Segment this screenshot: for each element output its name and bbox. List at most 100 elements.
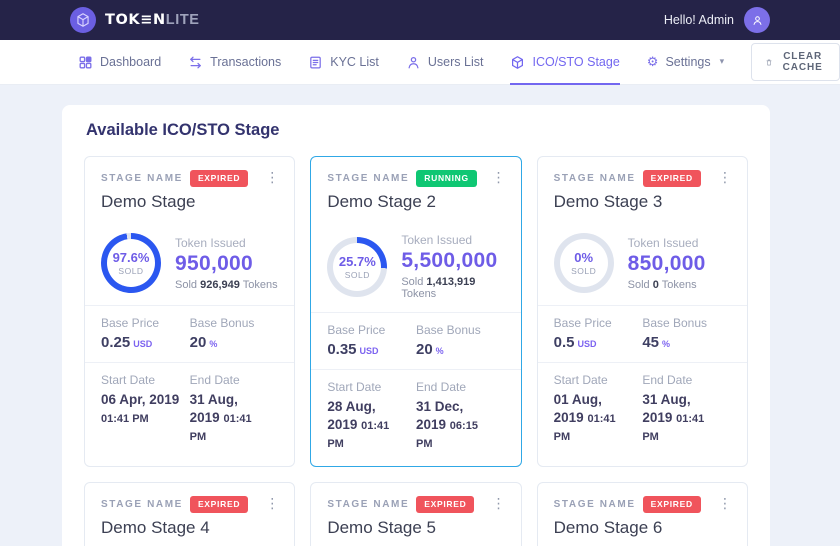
start-date-col: Start Date 28 Aug, 2019 01:41 PM (327, 380, 416, 453)
kebab-menu-icon[interactable]: ⋮ (488, 495, 510, 514)
dates-section: Start Date 28 Aug, 2019 01:41 PM End Dat… (311, 369, 520, 466)
base-price-number: 0.5 (554, 334, 575, 351)
stage-name-label: STAGE NAME (554, 173, 636, 184)
base-bonus-number: 20 (416, 341, 433, 358)
base-price-value: 0.35USD (327, 341, 408, 358)
card-header-row: STAGE NAME EXPIRED ⋮ (554, 170, 733, 187)
start-date: 06 Apr, 2019 (101, 392, 179, 407)
card-header: STAGE NAME EXPIRED ⋮ Demo Stage 4 (85, 483, 294, 546)
status-badge: RUNNING (416, 170, 477, 187)
kebab-menu-icon[interactable]: ⋮ (488, 169, 510, 188)
token-issued-value: 850,000 (628, 252, 706, 276)
stage-title: Demo Stage 6 (554, 518, 733, 538)
donut-percent: 0% (574, 250, 593, 265)
start-date-value: 28 Aug, 2019 01:41 PM (327, 398, 408, 453)
status-badge: EXPIRED (643, 170, 701, 187)
token-info: Token Issued 5,500,000 Sold 1,413,919 To… (401, 233, 504, 300)
grid-icon (78, 55, 93, 70)
card-header-row: STAGE NAME EXPIRED ⋮ (101, 496, 280, 513)
token-issued-value: 5,500,000 (401, 249, 504, 273)
token-section: 97.6% SOLD Token Issued 950,000 Sold 926… (85, 223, 294, 305)
app-header: TOK≡NLITE Hello! Admin (0, 0, 840, 40)
end-date-col: End Date 31 Aug, 2019 01:41 PM (642, 373, 731, 446)
end-date-value: 31 Aug, 2019 01:41 PM (642, 391, 723, 446)
base-bonus-col: Base Bonus 20% (190, 316, 279, 351)
end-date-label: End Date (642, 373, 723, 387)
token-section: 0% SOLD Token Issued 850,000 Sold 0 Toke… (538, 223, 747, 305)
nav-item-users-list[interactable]: Users List (406, 40, 484, 85)
base-price-unit: USD (360, 346, 379, 356)
content-panel: Available ICO/STO Stage STAGE NAME EXPIR… (62, 105, 770, 546)
card-header-row: STAGE NAME EXPIRED ⋮ (101, 170, 280, 187)
base-bonus-unit: % (209, 339, 217, 349)
base-price-unit: USD (578, 339, 597, 349)
base-bonus-label: Base Bonus (416, 323, 497, 337)
token-issued-label: Token Issued (628, 236, 706, 250)
end-date-label: End Date (190, 373, 271, 387)
brand-text-light: LITE (166, 12, 200, 28)
nav-label: KYC List (330, 55, 379, 69)
sold-tokens-line: Sold 0 Tokens (628, 279, 706, 291)
clear-cache-button[interactable]: CLEAR CACHE (751, 43, 840, 81)
chevron-down-icon: ▾ (720, 57, 725, 67)
end-date-value: 31 Dec, 2019 06:15 PM (416, 398, 497, 453)
donut-hole: 0% SOLD (560, 239, 608, 287)
page-title: Available ICO/STO Stage (86, 121, 746, 140)
start-date-value: 06 Apr, 2019 01:41 PM (101, 391, 182, 427)
token-issued-label: Token Issued (401, 233, 504, 247)
card-header: STAGE NAME EXPIRED ⋮ Demo Stage 6 (538, 483, 747, 546)
trash-icon (766, 56, 772, 69)
nav-item-dashboard[interactable]: Dashboard (78, 40, 161, 85)
user-area: Hello! Admin (664, 7, 770, 33)
dates-section: Start Date 06 Apr, 2019 01:41 PM End Dat… (85, 362, 294, 459)
status-badge: EXPIRED (643, 496, 701, 513)
base-price-col: Base Price 0.35USD (327, 323, 416, 358)
base-price-col: Base Price 0.25USD (101, 316, 190, 351)
start-date-label: Start Date (554, 373, 635, 387)
base-price-number: 0.25 (101, 334, 130, 351)
token-issued-label: Token Issued (175, 236, 278, 250)
token-section: 25.7% SOLD Token Issued 5,500,000 Sold 1… (311, 223, 520, 312)
stage-card: STAGE NAME EXPIRED ⋮ Demo Stage 5 0% SOL… (310, 482, 521, 546)
base-bonus-value: 45% (642, 334, 723, 351)
start-date-col: Start Date 01 Aug, 2019 01:41 PM (554, 373, 643, 446)
donut-percent: 97.6% (113, 250, 150, 265)
clear-cache-label: CLEAR CACHE (780, 51, 825, 73)
base-price-label: Base Price (327, 323, 408, 337)
start-date-label: Start Date (101, 373, 182, 387)
nav-item-kyc-list[interactable]: KYC List (308, 40, 379, 85)
stage-title: Demo Stage (101, 192, 280, 212)
brand-logo[interactable]: TOK≡NLITE (70, 7, 200, 33)
card-header-row: STAGE NAME EXPIRED ⋮ (327, 496, 506, 513)
base-bonus-col: Base Bonus 20% (416, 323, 505, 358)
card-header: STAGE NAME EXPIRED ⋮ Demo Stage 3 (538, 157, 747, 223)
user-icon (406, 55, 421, 70)
card-header-row: STAGE NAME RUNNING ⋮ (327, 170, 506, 187)
nav-item-transactions[interactable]: Transactions (188, 40, 281, 85)
sold-prefix: Sold (628, 279, 650, 291)
base-bonus-label: Base Bonus (642, 316, 723, 330)
status-badge: EXPIRED (416, 496, 474, 513)
nav-label: Settings (665, 55, 710, 69)
stage-card: STAGE NAME EXPIRED ⋮ Demo Stage 6 0% SOL… (537, 482, 748, 546)
start-date-label: Start Date (327, 380, 408, 394)
nav-item-settings[interactable]: ⚙ Settings ▾ (647, 40, 724, 85)
sold-suffix: Tokens (401, 288, 436, 300)
kebab-menu-icon[interactable]: ⋮ (714, 169, 736, 188)
status-badge: EXPIRED (190, 170, 248, 187)
nav-item-ico-sto-stage[interactable]: ICO/STO Stage (510, 40, 619, 85)
donut-hole: 25.7% SOLD (333, 243, 381, 291)
donut-chart: 25.7% SOLD (327, 237, 387, 297)
nav-label: ICO/STO Stage (532, 55, 619, 69)
start-date-value: 01 Aug, 2019 01:41 PM (554, 391, 635, 446)
base-bonus-number: 45 (642, 334, 659, 351)
kebab-menu-icon[interactable]: ⋮ (261, 495, 283, 514)
end-date-value: 31 Aug, 2019 01:41 PM (190, 391, 271, 446)
kebab-menu-icon[interactable]: ⋮ (261, 169, 283, 188)
avatar[interactable] (744, 7, 770, 33)
donut-hole: 97.6% SOLD (107, 239, 155, 287)
donut-sold-label: SOLD (571, 266, 596, 276)
token-info: Token Issued 850,000 Sold 0 Tokens (628, 236, 706, 291)
kebab-menu-icon[interactable]: ⋮ (714, 495, 736, 514)
swap-arrows-icon (188, 55, 203, 70)
